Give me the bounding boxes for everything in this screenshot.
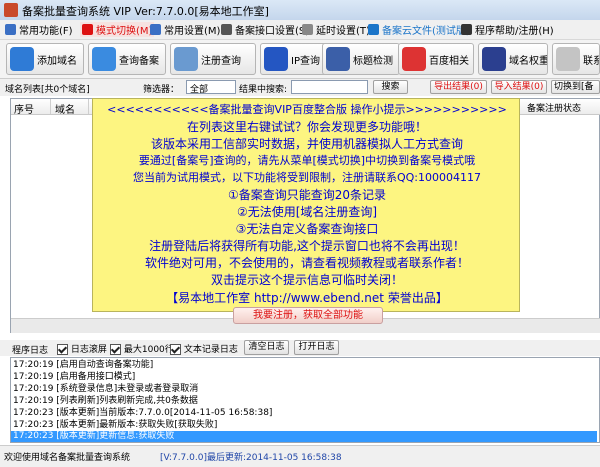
domain-weight-button[interactable]: 域名权重 xyxy=(478,43,548,75)
baidu-icon xyxy=(402,47,426,71)
max-lines-checkbox[interactable]: 最大1000行 xyxy=(110,342,174,355)
log-toolbar: 程序日志 日志滚屏 最大1000行 文本记录日志 清空日志 打开日志 xyxy=(0,340,600,356)
tips-popup[interactable]: <<<<<<<<<<<备案批量查询VIP百度整合版 操作小提示>>>>>>>>>… xyxy=(92,98,520,312)
menu-common-functions[interactable]: 常用功能(F) xyxy=(5,22,73,37)
menu-common-settings[interactable]: 常用设置(M) xyxy=(150,22,220,37)
contact-icon xyxy=(556,47,580,71)
add-domain-button[interactable]: 添加域名 xyxy=(6,43,84,75)
filter-bar: 域名列表[共0个域名] 筛选器： 全部 结果中搜索: 搜索 导出结果(0) 导入… xyxy=(0,79,600,96)
text-log-checkbox[interactable]: 文本记录日志 xyxy=(170,342,238,355)
tip-line: ②无法使用[域名注册查询] xyxy=(236,205,378,219)
log-entry: 17:20:19 [启用备用接口模式] xyxy=(13,372,136,382)
status-version: [V:7.7.0.0]最后更新:2014-11-05 16:58:38 xyxy=(160,453,342,463)
menu-icon xyxy=(368,24,379,35)
query-record-button[interactable]: 查询备案 xyxy=(88,43,166,75)
import-results-button[interactable]: 导入结果(0) xyxy=(491,80,547,94)
tip-line: 软件绝对可用，不会使用的，请查看视频教程或者联系作者！ xyxy=(144,256,469,270)
column-divider xyxy=(88,99,89,114)
domain-list-label: 域名列表[共0个域名] xyxy=(5,85,90,95)
tip-line: 注册登陆后将获得所有功能,这个提示窗口也将不会再出现！ xyxy=(149,239,465,253)
log-list[interactable]: 17:20:19 [启用自动查询备案功能] 17:20:19 [启用备用接口模式… xyxy=(10,357,600,443)
search-input[interactable] xyxy=(291,80,368,94)
status-text: 欢迎使用域名备案批量查询系统 xyxy=(4,453,131,463)
switch-button[interactable]: 切换到[备 xyxy=(551,80,600,94)
query-icon xyxy=(92,47,116,71)
register-query-button[interactable]: 注册查询 xyxy=(170,43,256,75)
log-entry: 17:20:23 [版本更新]最新版本:获取失败[获取失败] xyxy=(13,420,218,430)
menu-icon xyxy=(461,24,472,35)
log-entry: 17:20:19 [系统登录信息]未登录或者登录取消 xyxy=(13,384,199,394)
log-entry: 17:20:19 [启用自动查询备案功能] xyxy=(13,360,154,370)
tip-line: 在列表这里右键试试？你会发现更多功能哦！ xyxy=(186,120,427,134)
menu-mode-switch[interactable]: 模式切换(M) xyxy=(80,22,155,37)
register-icon xyxy=(174,47,198,71)
tip-line: ①备案查询只能查询20条记录 xyxy=(227,188,387,202)
menu-icon xyxy=(150,24,161,35)
menu-icon xyxy=(82,24,93,35)
menu-cloud-file[interactable]: 备案云文件(测试版) xyxy=(368,22,470,37)
menu-icon xyxy=(302,24,313,35)
title-bar: 备案批量查询系统 VIP Ver:7.7.0.0[易本地工作室] xyxy=(0,0,600,21)
checkbox-checked-icon xyxy=(57,344,68,355)
column-status: 备案注册状态 xyxy=(527,104,582,114)
add-domain-icon xyxy=(10,47,34,71)
baidu-related-button[interactable]: 百度相关 xyxy=(398,43,474,75)
export-results-button[interactable]: 导出结果(0) xyxy=(430,80,487,94)
ip-query-button[interactable]: IP查询 xyxy=(260,43,330,75)
menu-help-register[interactable]: 程序帮助/注册(H) xyxy=(461,22,554,37)
search-button[interactable]: 搜索 xyxy=(373,80,408,94)
column-index: 序号 xyxy=(14,105,34,116)
log-label: 程序日志 xyxy=(12,346,49,356)
status-bar: 欢迎使用域名备案批量查询系统 [V:7.7.0.0]最后更新:2014-11-0… xyxy=(0,445,600,467)
filter-label: 筛选器： xyxy=(143,85,180,95)
app-icon xyxy=(4,3,18,17)
scroll-log-checkbox[interactable]: 日志滚屏 xyxy=(57,342,107,355)
menu-bar: 常用功能(F) 模式切换(M) 常用设置(M) 备案接口设置(S) 延时设置(T… xyxy=(0,20,600,40)
menu-icon xyxy=(5,24,16,35)
tip-footer: 【易本地工作室 http://www.ebend.net 荣誉出品】 xyxy=(166,291,448,305)
tip-line: ③无法自定义备案查询接口 xyxy=(235,222,379,236)
checkbox-checked-icon xyxy=(170,344,181,355)
ip-icon xyxy=(264,47,288,71)
column-divider xyxy=(50,99,51,114)
column-domain: 域名 xyxy=(55,105,75,116)
filter-select[interactable]: 全部 xyxy=(186,80,236,95)
title-check-icon xyxy=(326,47,350,71)
open-log-button[interactable]: 打开日志 xyxy=(294,340,339,355)
log-entry: 17:20:23 [版本更新]当前版本:7.7.0.0[2014-11-05 1… xyxy=(13,408,273,418)
menu-icon xyxy=(221,24,232,35)
tip-line: 您当前为试用模式，以下功能将受到限制，注册请联系QQ:100004117 xyxy=(132,171,481,184)
checkbox-checked-icon xyxy=(110,344,121,355)
log-entry: 17:20:19 [列表刷新]列表刷新完成,共0条数据 xyxy=(13,396,198,406)
register-button[interactable]: 我要注册，获取全部功能 xyxy=(233,307,383,324)
menu-interface-settings[interactable]: 备案接口设置(S) xyxy=(221,22,309,37)
menu-delay-settings[interactable]: 延时设置(T) xyxy=(302,22,370,37)
window-title: 备案批量查询系统 VIP Ver:7.7.0.0[易本地工作室] xyxy=(22,5,269,18)
tip-line: 双击提示这个提示信息可临时关闭！ xyxy=(210,273,403,287)
weight-icon xyxy=(482,47,506,71)
title-check-button[interactable]: 标题检测 xyxy=(322,43,400,75)
log-entry-selected: 17:20:23 [版本更新]更新信息:获取失败 xyxy=(11,431,597,442)
toolbar: 添加域名 查询备案 注册查询 IP查询 标题检测 百度相关 域名权重 联系 xyxy=(0,40,600,79)
search-label: 结果中搜索: xyxy=(239,85,288,95)
tip-header: <<<<<<<<<<<备案批量查询VIP百度整合版 操作小提示>>>>>>>>>… xyxy=(107,103,507,116)
clear-log-button[interactable]: 清空日志 xyxy=(244,340,289,355)
contact-button[interactable]: 联系 xyxy=(552,43,600,75)
tip-line: 要通过[备案号]查询的，请先从菜单[模式切换]中切换到备案号模式哦 xyxy=(138,154,476,167)
tip-line: 该版本采用工信部实时数据，并使用机器模拟人工方式查询 xyxy=(150,137,463,151)
